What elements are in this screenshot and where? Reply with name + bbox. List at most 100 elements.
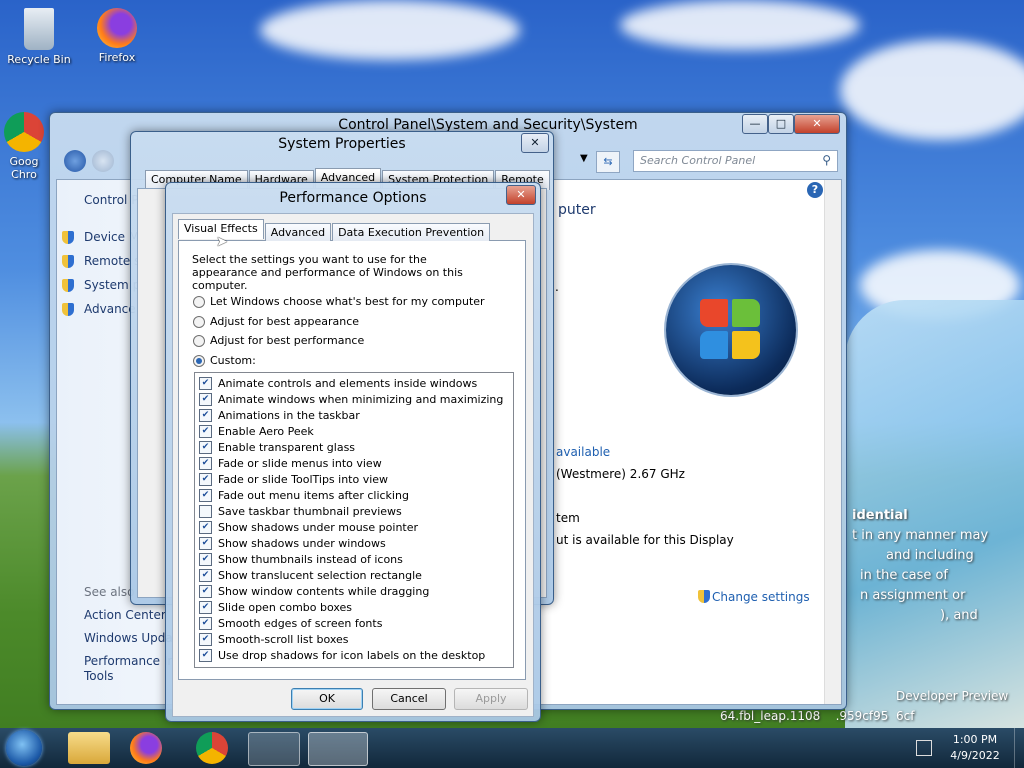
- checkbox-checked-icon[interactable]: ✔: [199, 536, 212, 550]
- checkbox-unchecked-icon[interactable]: [199, 504, 212, 518]
- effect-label: Enable transparent glass: [218, 440, 356, 454]
- effect-checkbox-row[interactable]: ✔ Enable transparent glass: [195, 439, 513, 455]
- checkbox-checked-icon[interactable]: ✔: [199, 632, 212, 646]
- desktop-icon-label: Firefox: [98, 51, 136, 64]
- link-action-center[interactable]: Action Center: [84, 608, 166, 622]
- visual-effects-list[interactable]: ✔ Animate controls and elements inside wi…: [194, 372, 514, 668]
- radio-best-performance[interactable]: Adjust for best performance: [193, 334, 364, 347]
- effect-checkbox-row[interactable]: Save taskbar thumbnail previews: [195, 503, 513, 519]
- checkbox-checked-icon[interactable]: ✔: [199, 440, 212, 454]
- effect-checkbox-row[interactable]: ✔ Enable Aero Peek: [195, 423, 513, 439]
- radio-indicator: [193, 334, 205, 347]
- minimize-button[interactable]: —: [742, 114, 768, 134]
- effect-label: Enable Aero Peek: [218, 424, 314, 438]
- cancel-button[interactable]: Cancel: [372, 688, 446, 710]
- link-performance-tools[interactable]: Tools: [84, 669, 114, 683]
- address-dropdown-arrow[interactable]: ▼: [580, 153, 588, 164]
- desktop-icon-label: Recycle Bin: [7, 53, 71, 66]
- show-desktop-button[interactable]: [1014, 728, 1024, 768]
- control-panel-taskbar-icon[interactable]: [248, 732, 300, 766]
- network-icon[interactable]: [916, 740, 932, 756]
- checkbox-checked-icon[interactable]: ✔: [199, 472, 212, 486]
- effect-checkbox-row[interactable]: ✔ Animations in the taskbar: [195, 407, 513, 423]
- search-placeholder: Search Control Panel: [640, 154, 756, 167]
- back-button[interactable]: [64, 150, 86, 172]
- wallpaper-cloud: [260, 0, 520, 60]
- effect-label: Save taskbar thumbnail previews: [218, 504, 402, 518]
- clock[interactable]: 1:00 PM 4/9/2022: [940, 732, 1010, 764]
- link-windows-update[interactable]: Windows Upda: [84, 631, 173, 645]
- forward-button[interactable]: [92, 150, 114, 172]
- maximize-button[interactable]: □: [768, 114, 794, 134]
- refresh-button[interactable]: ⇆: [596, 151, 620, 173]
- checkbox-checked-icon[interactable]: ✔: [199, 520, 212, 534]
- desktop-icon-chrome[interactable]: Goog Chro: [0, 112, 48, 181]
- cursor-icon: ➤: [216, 234, 228, 250]
- see-also-heading: See also: [84, 585, 135, 599]
- tab-advanced[interactable]: Advanced: [264, 223, 332, 241]
- checkbox-checked-icon[interactable]: ✔: [199, 568, 212, 582]
- shield-icon: [62, 255, 74, 268]
- effect-checkbox-row[interactable]: ✔ Show shadows under mouse pointer: [195, 519, 513, 535]
- main-heading: puter: [558, 202, 596, 218]
- radio-custom[interactable]: Custom:: [193, 354, 256, 367]
- effect-label: Show translucent selection rectangle: [218, 568, 422, 582]
- main-dot: .: [555, 280, 559, 294]
- checkbox-checked-icon[interactable]: ✔: [199, 584, 212, 598]
- wallpaper-text: idential t in any manner may and includi…: [852, 508, 989, 623]
- close-button[interactable]: ✕: [506, 185, 536, 205]
- system-properties-taskbar-icon[interactable]: [308, 732, 368, 766]
- shield-icon: [698, 590, 710, 603]
- effect-label: Slide open combo boxes: [218, 600, 353, 614]
- checkbox-checked-icon[interactable]: ✔: [199, 408, 212, 422]
- clock-date: 4/9/2022: [950, 749, 1000, 762]
- firefox-taskbar-icon[interactable]: [130, 732, 162, 764]
- effect-label: Animate controls and elements inside win…: [218, 376, 478, 390]
- ok-button[interactable]: OK: [291, 688, 363, 710]
- explorer-taskbar-icon[interactable]: [68, 732, 110, 764]
- radio-let-windows-choose[interactable]: Let Windows choose what's best for my co…: [193, 295, 485, 308]
- checkbox-checked-icon[interactable]: ✔: [199, 424, 212, 438]
- radio-best-appearance[interactable]: Adjust for best appearance: [193, 315, 359, 328]
- start-button[interactable]: [6, 730, 42, 766]
- radio-indicator: [193, 295, 205, 308]
- apply-button[interactable]: Apply: [454, 688, 528, 710]
- help-button[interactable]: ?: [807, 182, 823, 198]
- scrollbar[interactable]: [824, 180, 841, 704]
- tab-data-execution-prevention[interactable]: Data Execution Prevention: [332, 223, 491, 241]
- effect-checkbox-row[interactable]: ✔ Fade or slide ToolTips into view: [195, 471, 513, 487]
- effect-checkbox-row[interactable]: ✔ Show translucent selection rectangle: [195, 567, 513, 583]
- effect-checkbox-row[interactable]: ✔ Use drop shadows for icon labels on the…: [195, 647, 513, 663]
- effect-checkbox-row[interactable]: ✔ Animate windows when minimizing and max…: [195, 391, 513, 407]
- change-settings-link[interactable]: Change settings: [712, 590, 810, 604]
- checkbox-checked-icon[interactable]: ✔: [199, 376, 212, 390]
- sidebar-item-advanced[interactable]: Advance: [84, 302, 136, 316]
- close-button[interactable]: ✕: [794, 114, 840, 134]
- checkbox-checked-icon[interactable]: ✔: [199, 392, 212, 406]
- effect-checkbox-row[interactable]: ✔ Smooth-scroll list boxes: [195, 631, 513, 647]
- checkbox-checked-icon[interactable]: ✔: [199, 552, 212, 566]
- effect-checkbox-row[interactable]: ✔ Fade out menu items after clicking: [195, 487, 513, 503]
- effect-checkbox-row[interactable]: ✔ Show thumbnails instead of icons: [195, 551, 513, 567]
- checkbox-checked-icon[interactable]: ✔: [199, 616, 212, 630]
- system-type-value: tem: [556, 511, 580, 525]
- link-performance[interactable]: Performance In: [84, 654, 175, 668]
- chrome-taskbar-icon[interactable]: [196, 732, 228, 764]
- rating-available-link[interactable]: available: [556, 445, 610, 459]
- search-input[interactable]: Search Control Panel ⚲: [633, 150, 838, 172]
- effect-label: Show shadows under mouse pointer: [218, 520, 419, 534]
- desktop-icon-firefox[interactable]: Firefox: [82, 8, 152, 64]
- checkbox-checked-icon[interactable]: ✔: [199, 600, 212, 614]
- effect-checkbox-row[interactable]: ✔ Smooth edges of screen fonts: [195, 615, 513, 631]
- checkbox-checked-icon[interactable]: ✔: [199, 648, 212, 662]
- effect-checkbox-row[interactable]: ✔ Show window contents while dragging: [195, 583, 513, 599]
- desktop-icon-recycle-bin[interactable]: Recycle Bin: [4, 8, 74, 66]
- effect-checkbox-row[interactable]: ✔ Fade or slide menus into view: [195, 455, 513, 471]
- checkbox-checked-icon[interactable]: ✔: [199, 456, 212, 470]
- effect-checkbox-row[interactable]: ✔ Slide open combo boxes: [195, 599, 513, 615]
- effect-label: Show shadows under windows: [218, 536, 386, 550]
- checkbox-checked-icon[interactable]: ✔: [199, 488, 212, 502]
- effect-checkbox-row[interactable]: ✔ Animate controls and elements inside wi…: [195, 375, 513, 391]
- effect-checkbox-row[interactable]: ✔ Show shadows under windows: [195, 535, 513, 551]
- close-button[interactable]: ✕: [521, 133, 549, 153]
